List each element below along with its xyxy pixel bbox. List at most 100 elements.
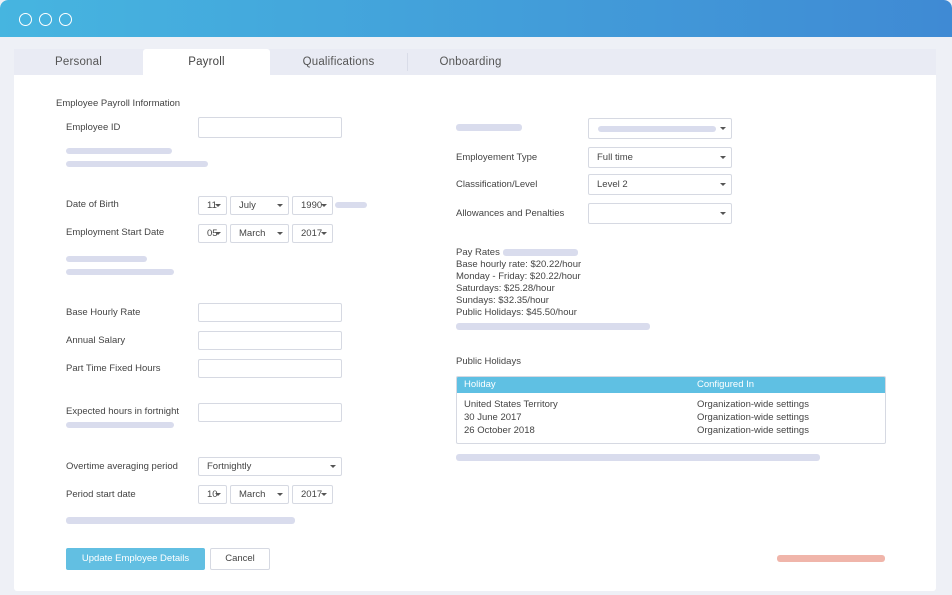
table-header: Holiday Configured In [457, 377, 885, 393]
employment-type-select[interactable]: Full time [588, 147, 732, 168]
dob-year-select[interactable]: 1990 [292, 196, 333, 215]
placeholder-bar [456, 454, 820, 461]
dob-label: Date of Birth [66, 199, 119, 210]
start-date-label: Employment Start Date [66, 227, 165, 238]
period-year-value: 2017 [301, 489, 323, 500]
chevron-down-icon [215, 493, 221, 496]
dob-month-select[interactable]: July [230, 196, 289, 215]
tab-onboarding[interactable]: Onboarding [407, 49, 534, 75]
start-day-select[interactable]: 05 [198, 224, 227, 243]
window-minimize-control[interactable] [39, 13, 52, 26]
overtime-value: Fortnightly [207, 461, 252, 472]
period-month-value: March [239, 489, 266, 500]
window-maximize-control[interactable] [59, 13, 72, 26]
placeholder-bar-danger [777, 555, 885, 562]
section-title: Employee Payroll Information [56, 98, 181, 109]
chevron-down-icon [321, 232, 327, 235]
update-employee-button[interactable]: Update Employee Details [66, 548, 205, 570]
overtime-select[interactable]: Fortnightly [198, 457, 342, 476]
chevron-down-icon [321, 493, 327, 496]
pay-rates-title: Pay Rates [456, 247, 500, 258]
table-cell: United States Territory [464, 399, 558, 410]
employee-id-input[interactable] [198, 117, 342, 138]
start-month-select[interactable]: March [230, 224, 289, 243]
annual-salary-label: Annual Salary [66, 335, 126, 346]
placeholder-bar [456, 323, 650, 330]
chevron-down-icon [321, 204, 327, 207]
placeholder-bar [66, 269, 174, 275]
placeholder-bar [66, 422, 174, 428]
expected-hours-input[interactable] [198, 403, 342, 422]
tab-personal[interactable]: Personal [14, 49, 143, 75]
table-cell: Organization-wide settings [697, 425, 809, 436]
placeholder-bar [456, 124, 522, 131]
dob-year-value: 1990 [301, 200, 323, 211]
chevron-down-icon [720, 183, 726, 186]
period-month-select[interactable]: March [230, 485, 289, 504]
app-window: Personal Payroll Qualifications Onboardi… [0, 0, 952, 595]
classification-value: Level 2 [597, 179, 628, 190]
table-row: United States Territory Organization-wid… [457, 398, 885, 411]
pay-rate-line: Public Holidays: $45.50/hour [456, 307, 577, 318]
allowances-label: Allowances and Penalties [456, 208, 565, 219]
tab-payroll[interactable]: Payroll [143, 49, 270, 75]
pay-rate-line: Base hourly rate: $20.22/hour [456, 259, 582, 270]
placeholder-bar [335, 202, 367, 208]
cancel-button[interactable]: Cancel [210, 548, 270, 570]
employment-type-label: Employement Type [456, 152, 538, 163]
table-cell: 30 June 2017 [464, 412, 522, 423]
pt-hours-label: Part Time Fixed Hours [66, 363, 161, 374]
column-header-holiday: Holiday [464, 379, 496, 390]
table-cell: Organization-wide settings [697, 399, 809, 410]
start-year-value: 2017 [301, 228, 323, 239]
chevron-down-icon [720, 156, 726, 159]
expected-hours-label: Expected hours in fortnight [66, 406, 180, 417]
placeholder-bar [66, 517, 295, 524]
chevron-down-icon [720, 127, 726, 130]
annual-salary-input[interactable] [198, 331, 342, 350]
employment-type-value: Full time [597, 152, 633, 163]
period-start-label: Period start date [66, 489, 136, 500]
window-close-control[interactable] [19, 13, 32, 26]
chevron-down-icon [277, 232, 283, 235]
chevron-down-icon [277, 204, 283, 207]
chevron-down-icon [720, 212, 726, 215]
allowances-select[interactable] [588, 203, 732, 224]
classification-select[interactable]: Level 2 [588, 174, 732, 195]
chevron-down-icon [330, 465, 336, 468]
tab-qualifications[interactable]: Qualifications [270, 49, 407, 75]
chevron-down-icon [215, 204, 221, 207]
dob-day-select[interactable]: 11 [198, 196, 227, 215]
unlabeled-select[interactable] [588, 118, 732, 139]
title-bar [0, 0, 952, 37]
table-row: 26 October 2018 Organization-wide settin… [457, 424, 885, 437]
base-rate-label: Base Hourly Rate [66, 307, 141, 318]
pay-rate-line: Saturdays: $25.28/hour [456, 283, 555, 294]
payroll-panel: Personal Payroll Qualifications Onboardi… [14, 49, 936, 591]
placeholder-bar [66, 148, 172, 154]
pt-hours-input[interactable] [198, 359, 342, 378]
period-day-select[interactable]: 10 [198, 485, 227, 504]
placeholder-bar [503, 249, 578, 256]
classification-label: Classification/Level [456, 179, 538, 190]
start-month-value: March [239, 228, 266, 239]
chevron-down-icon [215, 232, 221, 235]
overtime-label: Overtime averaging period [66, 461, 178, 472]
placeholder-bar [598, 126, 716, 132]
placeholder-bar [66, 161, 208, 167]
pay-rate-line: Sundays: $32.35/hour [456, 295, 549, 306]
start-year-select[interactable]: 2017 [292, 224, 333, 243]
chevron-down-icon [277, 493, 283, 496]
public-holidays-title: Public Holidays [456, 356, 521, 367]
dob-month-value: July [239, 200, 256, 211]
table-cell: Organization-wide settings [697, 412, 809, 423]
table-cell: 26 October 2018 [464, 425, 535, 436]
employee-id-label: Employee ID [66, 122, 121, 133]
period-year-select[interactable]: 2017 [292, 485, 333, 504]
placeholder-bar [66, 256, 147, 262]
holidays-table: Holiday Configured In United States Terr… [456, 376, 886, 444]
pay-rate-line: Monday - Friday: $20.22/hour [456, 271, 581, 282]
table-row: 30 June 2017 Organization-wide settings [457, 411, 885, 424]
base-rate-input[interactable] [198, 303, 342, 322]
tab-bar: Personal Payroll Qualifications Onboardi… [14, 49, 936, 75]
